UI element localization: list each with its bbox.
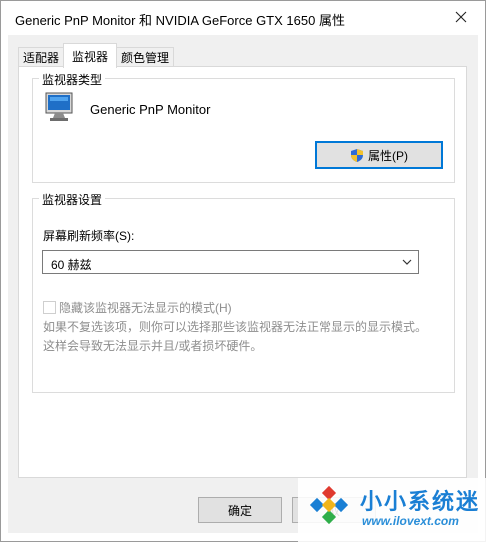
close-button[interactable] bbox=[447, 4, 475, 30]
hide-modes-label: 隐藏该监视器无法显示的模式(H) bbox=[59, 301, 232, 315]
hide-modes-checkbox[interactable] bbox=[43, 301, 56, 314]
ok-button[interactable]: 确定 bbox=[198, 497, 282, 523]
description-line: 如果不复选该项，则你可以选择那些该监视器无法正常显示的显示模式。 bbox=[43, 320, 428, 334]
properties-dialog: Generic PnP Monitor 和 NVIDIA GeForce GTX… bbox=[0, 0, 486, 542]
watermark-url: www.ilovext.com bbox=[362, 514, 459, 528]
chevron-down-icon bbox=[402, 259, 412, 265]
monitor-type-group: 监视器类型 Generic PnP Monitor 属性(P) bbox=[32, 71, 455, 183]
button-label: 属性(P) bbox=[368, 148, 408, 163]
tab-label: 适配器 bbox=[22, 51, 59, 65]
close-icon bbox=[455, 11, 467, 23]
tab-label: 颜色管理 bbox=[120, 51, 169, 65]
properties-button[interactable]: 属性(P) bbox=[315, 141, 443, 169]
monitor-name: Generic PnP Monitor bbox=[90, 102, 211, 117]
monitor-settings-group: 监视器设置 屏幕刷新频率(S): 60 赫兹 隐藏该监视器无法显示的模式(H) … bbox=[32, 191, 455, 393]
dialog-client-area: 适配器 监视器 颜色管理 监视器类型 Generic PnP Monitor 属… bbox=[8, 35, 478, 533]
monitor-icon bbox=[45, 92, 73, 121]
group-label: 监视器类型 bbox=[39, 71, 106, 88]
refresh-rate-value: 60 赫兹 bbox=[51, 258, 92, 272]
refresh-rate-label: 屏幕刷新频率(S): bbox=[43, 229, 135, 243]
button-label: 确定 bbox=[227, 503, 252, 518]
tab-label: 监视器 bbox=[71, 49, 108, 64]
tab-color-management[interactable]: 颜色管理 bbox=[116, 47, 174, 67]
tab-monitor[interactable]: 监视器 bbox=[63, 43, 117, 68]
title-bar[interactable]: Generic PnP Monitor 和 NVIDIA GeForce GTX… bbox=[1, 1, 485, 35]
hide-modes-description: 如果不复选该项，则你可以选择那些该监视器无法正常显示的显示模式。 这样会导致无法… bbox=[43, 318, 427, 356]
watermark-title: 小小系统迷 bbox=[360, 489, 481, 514]
monitor-tab-panel: 监视器类型 Generic PnP Monitor 属性(P) 监视器设置 屏幕… bbox=[18, 66, 467, 478]
diamond-logo-icon bbox=[309, 485, 349, 525]
refresh-rate-select[interactable]: 60 赫兹 bbox=[42, 250, 419, 274]
site-watermark: 小小系统迷 www.ilovext.com bbox=[298, 478, 486, 542]
window-title: Generic PnP Monitor 和 NVIDIA GeForce GTX… bbox=[15, 13, 345, 28]
uac-shield-icon bbox=[351, 148, 363, 162]
description-line: 这样会导致无法显示并且/或者损坏硬件。 bbox=[43, 339, 263, 353]
tab-adapter[interactable]: 适配器 bbox=[18, 47, 64, 67]
group-label: 监视器设置 bbox=[39, 191, 106, 208]
